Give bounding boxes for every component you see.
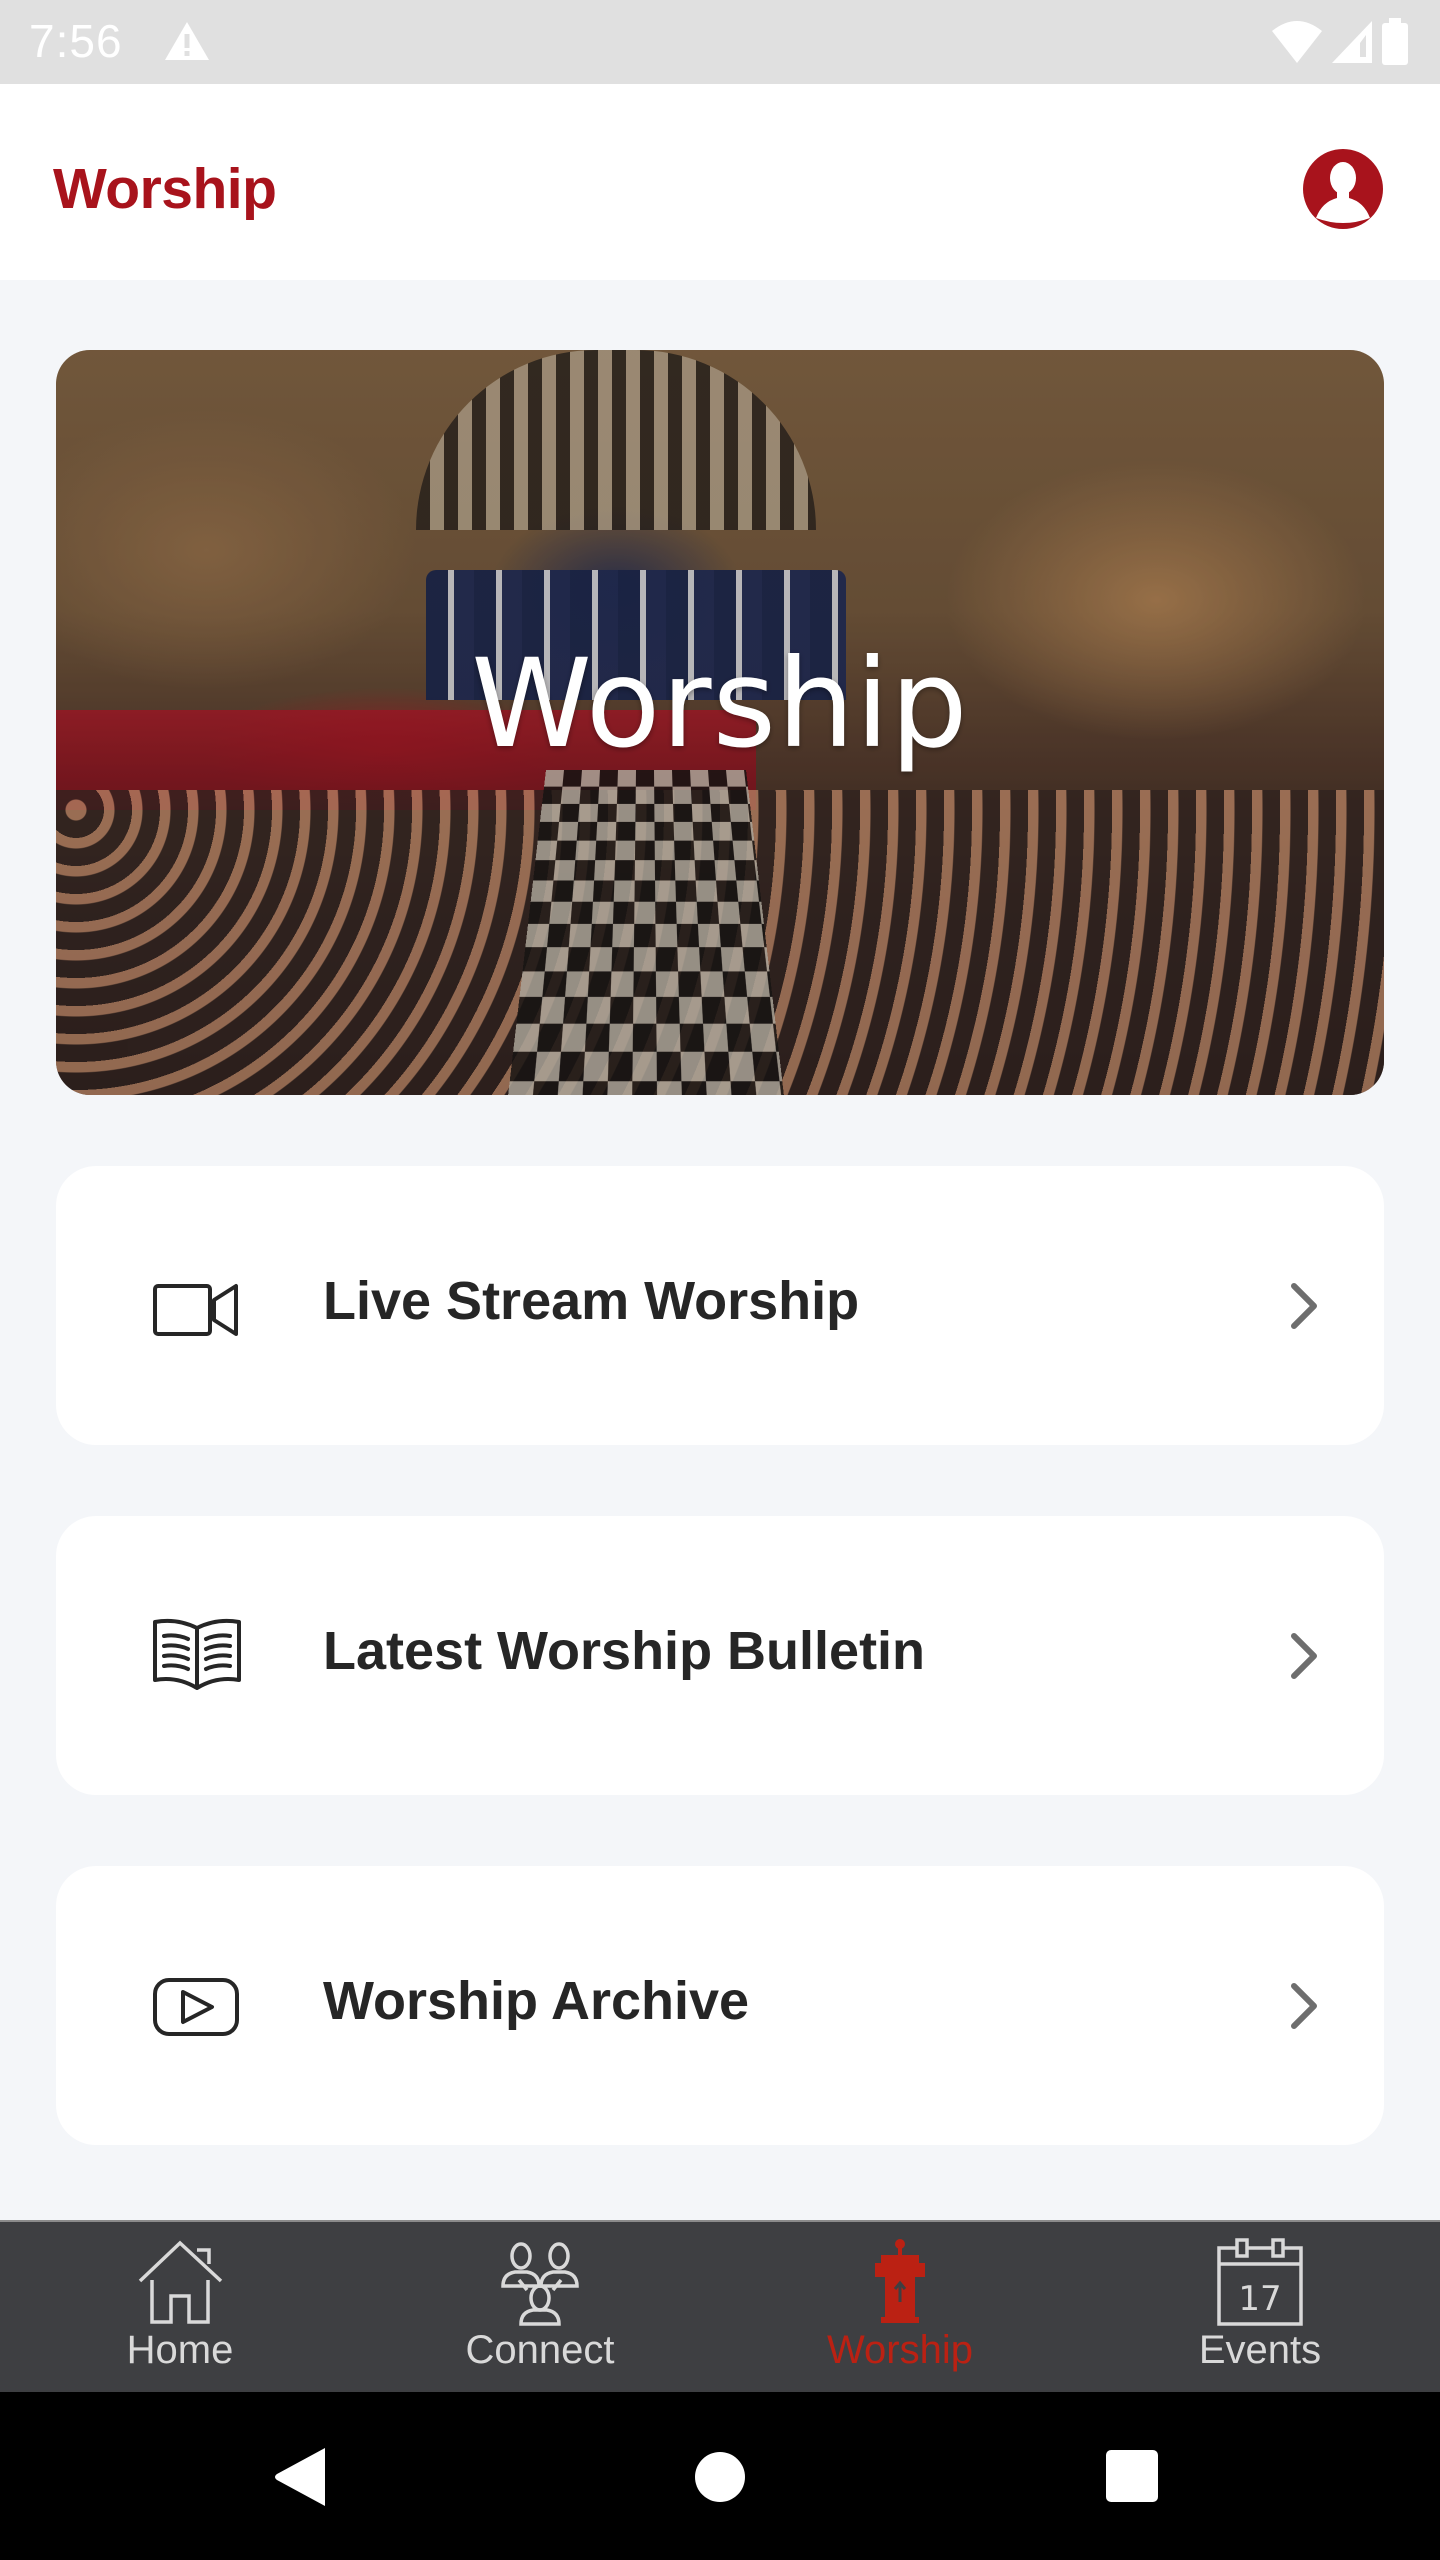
wifi-icon — [1272, 21, 1322, 63]
app-header: Worship — [0, 84, 1440, 280]
page-title: Worship — [53, 157, 277, 221]
status-bar: 7:56 — [0, 0, 1440, 84]
chevron-right-icon — [1291, 1283, 1317, 1329]
menu-item-label: Latest Worship Bulletin — [323, 1621, 926, 1681]
status-time: 7:56 — [29, 15, 123, 67]
pulpit-icon — [875, 2239, 925, 2323]
play-video-icon — [153, 1978, 239, 2036]
account-circle-icon — [1303, 149, 1383, 229]
menu-item-label: Worship Archive — [323, 1971, 750, 2031]
menu-item-archive[interactable]: Worship Archive — [56, 1866, 1384, 2145]
tab-label: Connect — [465, 2328, 615, 2372]
hero-banner: Worship — [56, 350, 1384, 1095]
tab-worship[interactable]: Worship — [720, 2222, 1080, 2392]
cell-signal-icon — [1332, 21, 1372, 63]
menu-item-label: Live Stream Worship — [323, 1271, 860, 1331]
home-icon — [138, 2240, 223, 2324]
tab-connect[interactable]: Connect — [360, 2222, 720, 2392]
calendar-day: 17 — [1238, 2279, 1281, 2319]
tab-events[interactable]: 17 Events — [1080, 2222, 1440, 2392]
open-book-icon — [153, 1618, 241, 1690]
back-icon[interactable] — [265, 2442, 335, 2512]
chevron-right-icon — [1291, 1633, 1317, 1679]
battery-icon — [1382, 18, 1408, 65]
recents-icon[interactable] — [1098, 2442, 1168, 2512]
chevron-right-icon — [1291, 1983, 1317, 2029]
profile-button[interactable] — [1302, 148, 1384, 230]
tab-label: Events — [1198, 2328, 1322, 2372]
tab-home[interactable]: Home — [0, 2222, 360, 2392]
calendar-icon: 17 — [1217, 2238, 1303, 2326]
menu-item-live-stream[interactable]: Live Stream Worship — [56, 1166, 1384, 1445]
tab-label: Home — [126, 2328, 234, 2372]
people-connect-icon — [501, 2242, 579, 2326]
video-camera-icon — [153, 1284, 238, 1336]
hero-title: Worship — [471, 633, 969, 775]
warning-icon — [165, 22, 209, 60]
system-nav-bar — [0, 2392, 1440, 2560]
menu-item-bulletin[interactable]: Latest Worship Bulletin — [56, 1516, 1384, 1795]
tab-label: Worship — [827, 2328, 973, 2372]
home-circle-icon[interactable] — [685, 2442, 755, 2512]
status-icons — [1270, 18, 1410, 66]
bottom-nav: Home Connect Worship 17 Events — [0, 2220, 1440, 2392]
